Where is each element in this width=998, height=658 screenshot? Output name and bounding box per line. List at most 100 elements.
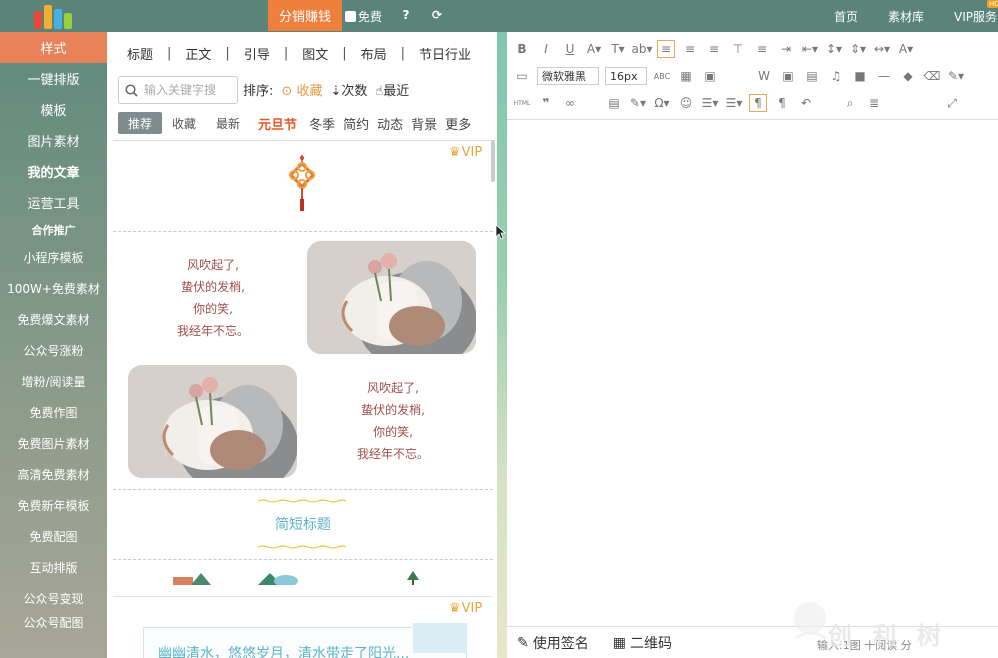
sidebar-promo-item[interactable]: 免费爆文素材 — [0, 304, 107, 335]
sort-favorite[interactable]: ⊙ 收藏 — [281, 80, 322, 99]
tab-title[interactable]: 标题 — [113, 44, 167, 63]
sort-recent[interactable]: ☝最近 — [375, 80, 409, 99]
search-replace-icon[interactable]: ⌕ — [841, 94, 859, 112]
tab-image-text[interactable]: 图文 — [288, 44, 342, 63]
sidebar-promo-item[interactable]: 100W+免费素材 — [0, 273, 107, 304]
document-icon[interactable]: ▭ — [513, 67, 531, 85]
magic-wand-icon[interactable]: ✎▾ — [947, 67, 965, 85]
filter-tag[interactable]: 冬季 — [305, 114, 339, 133]
word-icon[interactable]: W — [755, 67, 773, 85]
ltr-icon[interactable]: ¶ — [749, 94, 767, 112]
chinese-knot-icon[interactable] — [285, 155, 319, 213]
nav-materials[interactable]: 素材库 — [888, 8, 924, 25]
sidebar-promo-item[interactable]: 免费配图 — [0, 521, 107, 552]
align-right-icon[interactable]: ≡ — [705, 40, 723, 58]
line-height-icon[interactable]: ↕▾ — [825, 40, 843, 58]
justify-icon[interactable]: ≡ — [753, 40, 771, 58]
paragraph-spacing-icon[interactable]: ⇕▾ — [849, 40, 867, 58]
search-input[interactable] — [144, 83, 232, 97]
help-icon[interactable]: ? — [398, 7, 414, 23]
video-icon[interactable]: ■ — [851, 67, 869, 85]
strikethrough-icon[interactable]: ABC — [653, 67, 671, 85]
ordered-list-icon[interactable]: ☰▾ — [701, 94, 719, 112]
print-icon[interactable]: ≣ — [865, 94, 883, 112]
align-left-icon[interactable]: ≡ — [657, 40, 675, 58]
font-size-icon[interactable]: A▾ — [897, 40, 915, 58]
refresh-icon[interactable]: ⟳ — [429, 7, 445, 23]
image-icon[interactable]: ▣ — [701, 67, 719, 85]
emoji-icon[interactable]: ☺ — [677, 94, 695, 112]
bold-icon[interactable]: B — [513, 40, 531, 58]
sidebar-item-auto-layout[interactable]: 一键排版 — [0, 63, 107, 94]
font-family-select[interactable]: 微软雅黑 — [537, 67, 599, 85]
sort-count[interactable]: ⇣次数 — [330, 80, 367, 99]
format-brush-icon[interactable]: ◆ — [899, 67, 917, 85]
font-size-select[interactable]: 16px — [605, 67, 647, 85]
sidebar-item-my-articles[interactable]: 我的文章 — [0, 156, 107, 187]
qrcode-button[interactable]: ▦ 二维码 — [613, 633, 672, 653]
photo-flowers-cup[interactable] — [307, 241, 476, 354]
tab-body[interactable]: 正文 — [171, 44, 225, 63]
tab-layout[interactable]: 布局 — [347, 44, 401, 63]
sidebar-promo-item[interactable]: 免费新年模板 — [0, 490, 107, 521]
underline-icon[interactable]: U — [561, 40, 579, 58]
photo-flowers-cup[interactable] — [128, 365, 297, 478]
checkbox-icon[interactable] — [345, 11, 356, 22]
search-icon[interactable] — [125, 83, 138, 97]
filter-latest[interactable]: 最新 — [206, 112, 250, 134]
font-color-icon[interactable]: A▾ — [585, 40, 603, 58]
outdent-icon[interactable]: ⇤▾ — [801, 40, 819, 58]
logo[interactable] — [34, 3, 72, 29]
filter-tag[interactable]: 更多 — [441, 114, 475, 133]
poem-text[interactable]: 风吹起了, 蛰伏的发梢, 你的笑, 我经年不忘。 — [338, 377, 448, 465]
letter-spacing-icon[interactable]: ↔▾ — [873, 40, 891, 58]
poem-text[interactable]: 风吹起了, 蛰伏的发梢, 你的笑, 我经年不忘。 — [158, 254, 268, 342]
sidebar-item-templates[interactable]: 模板 — [0, 94, 107, 125]
indent-icon[interactable]: ⇥ — [777, 40, 795, 58]
sidebar-item-styles[interactable]: 样式 — [0, 32, 107, 63]
edit-icon[interactable]: ✎▾ — [629, 94, 647, 112]
picture-icon[interactable]: ▣ — [779, 67, 797, 85]
undo-icon[interactable]: ↶ — [797, 94, 815, 112]
html-icon[interactable]: HTML — [513, 94, 531, 112]
text-style-icon[interactable]: T▾ — [609, 40, 627, 58]
short-title-preview[interactable]: 简短标题 — [113, 514, 493, 534]
clear-format-icon[interactable]: ⌫ — [923, 67, 941, 85]
tab-guide[interactable]: 引导 — [230, 44, 284, 63]
sidebar-promo-item[interactable]: 互动排版 — [0, 552, 107, 583]
highlight-icon[interactable]: ab▾ — [632, 40, 653, 58]
landscape-icon[interactable] — [173, 571, 213, 585]
mountain-icon[interactable] — [258, 569, 298, 585]
filter-hot-tag[interactable]: 元旦节 — [250, 114, 305, 133]
sidebar-promo-item[interactable]: 公众号配图 — [0, 614, 107, 628]
align-center-icon[interactable]: ≡ — [681, 40, 699, 58]
filter-recommended[interactable]: 推荐 — [118, 112, 163, 134]
filter-tag[interactable]: 背景 — [407, 114, 441, 133]
scrollbar-thumb[interactable] — [491, 140, 495, 182]
fullscreen-icon[interactable]: ⤢ — [943, 94, 961, 112]
signature-button[interactable]: ✎ 使用签名 — [517, 633, 589, 653]
link-icon[interactable]: ∞ — [561, 94, 579, 112]
sidebar-promo-item[interactable]: 公众号变现 — [0, 583, 107, 614]
form-icon[interactable]: ▤ — [605, 94, 623, 112]
sidebar-promo-item[interactable]: 免费图片素材 — [0, 428, 107, 459]
table-icon[interactable]: ▦ — [677, 67, 695, 85]
sidebar-item-images[interactable]: 图片素材 — [0, 125, 107, 156]
filter-tag[interactable]: 动态 — [373, 114, 407, 133]
quote-icon[interactable]: ❞ — [537, 94, 555, 112]
sidebar-promo-item[interactable]: 小程序模板 — [0, 242, 107, 273]
nav-vip[interactable]: VIP服务 — [954, 8, 997, 25]
filter-favorites[interactable]: 收藏 — [162, 112, 206, 134]
filter-tag[interactable]: 简约 — [339, 114, 373, 133]
unordered-list-icon[interactable]: ☰▾ — [725, 94, 743, 112]
tree-icon[interactable] — [407, 571, 419, 585]
align-top-icon[interactable]: ⊤ — [729, 40, 747, 58]
sidebar-promo-item[interactable]: 高清免费素材 — [0, 459, 107, 490]
music-icon[interactable]: ♫ — [827, 67, 845, 85]
sidebar-promo-item[interactable]: 免费作图 — [0, 397, 107, 428]
tab-festival[interactable]: 节日行业 — [405, 44, 485, 63]
free-checkbox[interactable]: 免费 — [345, 8, 382, 25]
gallery-icon[interactable]: ▤ — [803, 67, 821, 85]
earn-button[interactable]: 分销赚钱 — [268, 0, 342, 31]
italic-icon[interactable]: I — [537, 40, 555, 58]
